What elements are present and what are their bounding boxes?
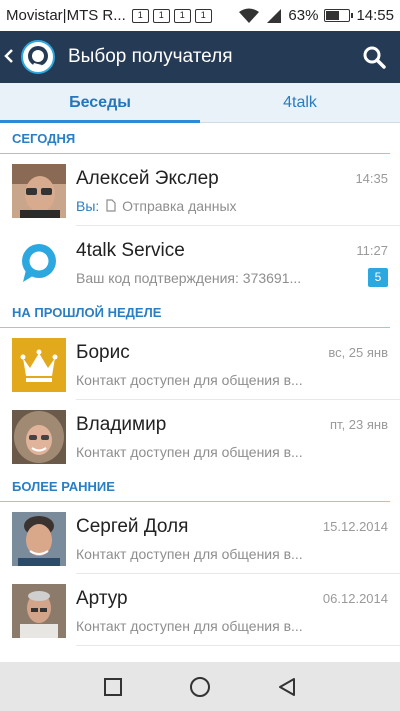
message-time: 06.12.2014 (322, 591, 388, 606)
avatar (12, 338, 66, 392)
message-preview: Контакт доступен для общения в... (76, 372, 303, 388)
message-time: вс, 25 янв (328, 345, 388, 360)
list-item[interactable]: 4talk Service 11:27 Ваш код подтверждени… (12, 226, 400, 298)
4talk-logo-icon (12, 236, 66, 290)
carrier-name: Movistar|MTS R... (6, 7, 126, 24)
section-header-today: СЕГОДНЯ (0, 124, 390, 154)
contact-name: Владимир (76, 414, 167, 435)
app-toolbar: Выбор получателя (0, 31, 400, 83)
crown-icon (12, 338, 66, 392)
home-button[interactable] (188, 675, 212, 699)
tab-conversations[interactable]: Беседы (0, 83, 200, 123)
chevron-left-icon (4, 49, 13, 63)
notification-icon: 1 (152, 8, 170, 23)
avatar (12, 164, 66, 218)
message-preview: Ваш код подтверждения: 373691... (76, 270, 302, 286)
message-time: 11:27 (356, 243, 388, 258)
conversation-list[interactable]: СЕГОДНЯ Алексей Экслер 14:35 Вы: Отправк… (0, 124, 400, 662)
message-time: 15.12.2014 (322, 519, 388, 534)
message-preview: Контакт доступен для общения в... (76, 444, 303, 460)
contact-name: Алексей Экслер (76, 168, 219, 189)
list-item[interactable]: Владимир пт, 23 янв Контакт доступен для… (12, 400, 400, 472)
page-title: Выбор получателя (68, 46, 233, 67)
wifi-icon (239, 8, 260, 23)
list-item[interactable]: Алексей Экслер 14:35 Вы: Отправка данных (12, 154, 400, 226)
file-icon (106, 199, 116, 212)
notification-icon: 1 (194, 8, 212, 23)
back-nav-button[interactable] (276, 676, 298, 698)
avatar (12, 410, 66, 464)
message-preview: Вы: Отправка данных (76, 198, 366, 214)
list-item[interactable]: Борис вс, 25 янв Контакт доступен для об… (12, 328, 400, 400)
system-nav-bar (0, 662, 400, 711)
contact-name: 4talk Service (76, 240, 185, 261)
message-time: пт, 23 янв (330, 417, 388, 432)
message-preview: Контакт доступен для общения в... (76, 546, 303, 562)
avatar (12, 512, 66, 566)
avatar (12, 236, 66, 290)
list-item[interactable]: Сергей Доля 15.12.2014 Контакт доступен … (12, 502, 400, 574)
back-button[interactable] (4, 45, 18, 69)
search-button[interactable] (348, 31, 400, 83)
preview-text: Отправка данных (122, 198, 237, 214)
unread-badge: 5 (368, 268, 388, 287)
battery-icon (324, 9, 354, 22)
contact-name: Борис (76, 342, 130, 363)
contact-name: Артур (76, 588, 128, 609)
battery-percent: 63% (288, 7, 319, 24)
section-header-last-week: НА ПРОШЛОЙ НЕДЕЛЕ (0, 298, 390, 328)
signal-icon (267, 8, 282, 23)
message-preview: Контакт доступен для общения в... (76, 618, 303, 634)
notification-icon: 1 (173, 8, 191, 23)
list-item[interactable]: Артур 06.12.2014 Контакт доступен для об… (12, 574, 400, 646)
tab-bar: Беседы 4talk (0, 83, 400, 123)
notification-icon: 1 (131, 8, 149, 23)
clock: 14:55 (356, 7, 394, 24)
section-header-earlier: БОЛЕЕ РАННИЕ (0, 472, 390, 502)
you-prefix: Вы: (76, 198, 100, 214)
tab-4talk[interactable]: 4talk (200, 83, 400, 122)
contact-name: Сергей Доля (76, 516, 189, 537)
search-icon (363, 46, 386, 69)
notification-icons: 1 1 1 1 (131, 8, 212, 23)
message-time: 14:35 (355, 171, 388, 186)
status-bar: Movistar|MTS R... 1 1 1 1 63% 14:55 (0, 0, 400, 31)
avatar (12, 584, 66, 638)
recent-apps-button[interactable] (102, 676, 124, 698)
4talk-logo-icon[interactable] (20, 39, 56, 75)
